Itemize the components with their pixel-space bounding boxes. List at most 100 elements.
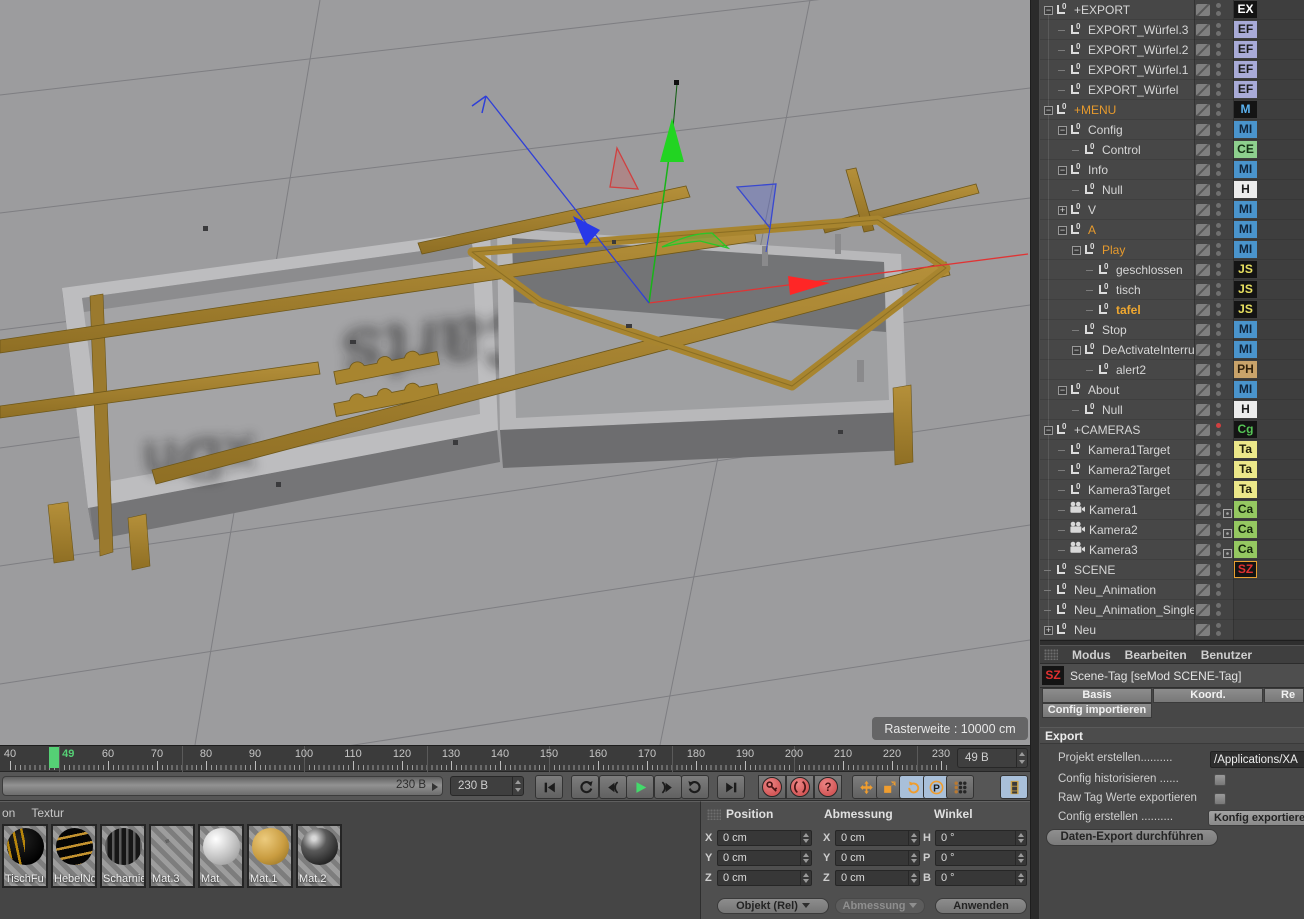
tag-badge-mi[interactable]: MI (1234, 321, 1257, 338)
config-historisieren-checkbox[interactable] (1214, 774, 1226, 786)
tag-badge-mi[interactable]: MI (1234, 341, 1257, 358)
object-label[interactable]: Info (1088, 163, 1108, 177)
spinner-arrows[interactable] (1016, 749, 1027, 767)
camera-icon[interactable] (1069, 521, 1086, 539)
null-object-icon[interactable]: 0 (1069, 483, 1084, 497)
render-visibility-icon[interactable] (1196, 244, 1210, 256)
visibility-dots[interactable] (1216, 343, 1221, 357)
null-object-icon[interactable]: 0 (1055, 103, 1070, 117)
null-object-icon[interactable]: 0 (1055, 603, 1070, 617)
collapse-icon[interactable]: − (1044, 106, 1053, 115)
render-visibility-icon[interactable] (1196, 364, 1210, 376)
visibility-dots[interactable] (1216, 183, 1221, 197)
menu-textur[interactable]: Textur (31, 806, 64, 821)
visibility-dots[interactable] (1216, 3, 1221, 17)
visibility-dots[interactable] (1216, 443, 1221, 457)
tree-row-tisch[interactable]: 0 tisch JS (1040, 280, 1304, 300)
render-visibility-icon[interactable] (1196, 384, 1210, 396)
tag-badge-ta[interactable]: Ta (1234, 441, 1257, 458)
null-object-icon[interactable]: 0 (1069, 63, 1084, 77)
null-object-icon[interactable]: 0 (1069, 383, 1084, 397)
mode-dropdown[interactable]: Objekt (Rel) (717, 898, 829, 914)
object-label[interactable]: Neu (1074, 623, 1096, 637)
object-label[interactable]: Neu_Animation (1074, 583, 1156, 597)
tab-koord[interactable]: Koord. (1153, 688, 1263, 703)
tag-badge-ex[interactable]: EX (1234, 1, 1257, 18)
render-visibility-icon[interactable] (1196, 524, 1210, 536)
tag-badge-ce[interactable]: CE (1234, 141, 1257, 158)
next-frame-button[interactable] (654, 775, 682, 799)
render-visibility-icon[interactable] (1196, 264, 1210, 276)
visibility-dots[interactable] (1216, 243, 1221, 257)
tree-row--cameras[interactable]: −0+CAMERASCg (1040, 420, 1304, 440)
collapse-icon[interactable]: − (1058, 126, 1067, 135)
record-key-button[interactable] (758, 775, 786, 799)
object-label[interactable]: Kamera1 (1089, 503, 1138, 517)
goto-end-button[interactable] (717, 775, 745, 799)
object-label[interactable]: tisch (1116, 283, 1141, 297)
play-button[interactable] (626, 775, 654, 799)
null-object-icon[interactable]: 0 (1055, 583, 1070, 597)
tag-badge-cg[interactable]: Cg (1234, 421, 1257, 438)
record-autokey-button[interactable] (786, 775, 814, 799)
tree-row-about[interactable]: −0AboutMI (1040, 380, 1304, 400)
tag-badge-ef[interactable]: EF (1234, 21, 1257, 38)
object-label[interactable]: Kamera3 (1089, 543, 1138, 557)
visibility-dots[interactable] (1216, 483, 1221, 497)
tag-badge-ef[interactable]: EF (1234, 81, 1257, 98)
null-object-icon[interactable]: 0 (1055, 563, 1070, 577)
tree-row-kamera2[interactable]: Kamera2Ca (1040, 520, 1304, 540)
grip-icon[interactable] (1044, 649, 1058, 660)
render-visibility-icon[interactable] (1196, 584, 1210, 596)
tree-row-export-w-rfel-2[interactable]: 0EXPORT_Würfel.2EF (1040, 40, 1304, 60)
visibility-dots[interactable] (1216, 63, 1221, 77)
tree-row-geschlossen[interactable]: 0geschlossenJS (1040, 260, 1304, 280)
tag-badge-ca[interactable]: Ca (1234, 521, 1257, 538)
konfig-exportieren-button[interactable]: Konfig exportieren (1208, 810, 1304, 826)
object-label[interactable]: Kamera2Target (1088, 463, 1170, 477)
grip-icon[interactable] (707, 809, 721, 820)
timeline-playhead[interactable] (49, 747, 59, 768)
render-visibility-icon[interactable] (1196, 124, 1210, 136)
collapse-icon[interactable]: − (1058, 226, 1067, 235)
visibility-dots[interactable] (1216, 303, 1221, 317)
size-x-field[interactable]: 0 cm (835, 830, 920, 846)
null-object-icon[interactable]: 0 (1055, 3, 1070, 17)
visibility-dots[interactable] (1216, 563, 1221, 577)
angle-b-field[interactable]: 0 ° (935, 870, 1027, 886)
render-visibility-icon[interactable] (1196, 344, 1210, 356)
null-object-icon[interactable]: 0 (1097, 263, 1112, 277)
play-loop-button[interactable] (681, 775, 709, 799)
tag-badge-ta[interactable]: Ta (1234, 481, 1257, 498)
spinner-arrows[interactable] (512, 777, 523, 795)
visibility-dots[interactable] (1216, 283, 1221, 297)
tree-row-deactivateinterrupt[interactable]: −0DeActivateInterruptMI (1040, 340, 1304, 360)
render-visibility-icon[interactable] (1196, 564, 1210, 576)
visibility-dots[interactable] (1216, 23, 1221, 37)
null-object-icon[interactable]: 0 (1055, 423, 1070, 437)
tree-row-kamera1target[interactable]: 0Kamera1TargetTa (1040, 440, 1304, 460)
null-object-icon[interactable]: 0 (1097, 283, 1112, 297)
null-object-icon[interactable]: 0 (1069, 223, 1084, 237)
object-label[interactable]: Null (1102, 183, 1123, 197)
visibility-dots[interactable] (1216, 623, 1221, 637)
camera-icon[interactable] (1069, 541, 1086, 559)
tag-badge-ta[interactable]: Ta (1234, 461, 1257, 478)
tag-badge-h[interactable]: H (1234, 181, 1257, 198)
null-object-icon[interactable]: 0 (1083, 323, 1098, 337)
render-visibility-icon[interactable] (1196, 224, 1210, 236)
tree-row-tafel[interactable]: 0tafelJS (1040, 300, 1304, 320)
tree-row-control[interactable]: 0ControlCE (1040, 140, 1304, 160)
render-visibility-icon[interactable] (1196, 24, 1210, 36)
null-object-icon[interactable]: 0 (1069, 463, 1084, 477)
render-visibility-icon[interactable] (1196, 304, 1210, 316)
visibility-dots[interactable] (1216, 323, 1221, 337)
visibility-dots[interactable] (1216, 83, 1221, 97)
object-label[interactable]: geschlossen (1116, 263, 1183, 277)
render-visibility-icon[interactable] (1196, 424, 1210, 436)
tag-badge-js[interactable]: JS (1234, 281, 1257, 298)
tag-badge-ef[interactable]: EF (1234, 61, 1257, 78)
tree-row-export-w-rfel-3[interactable]: 0EXPORT_Würfel.3EF (1040, 20, 1304, 40)
timeline-power-slider[interactable]: 230 B (2, 776, 443, 796)
tag-badge-mi[interactable]: MI (1234, 161, 1257, 178)
